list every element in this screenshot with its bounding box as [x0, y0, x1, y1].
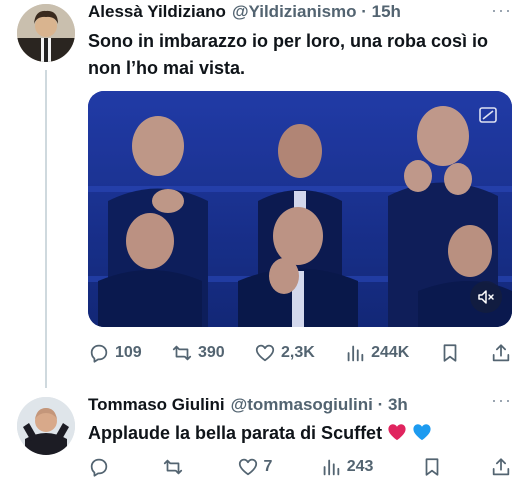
- share-icon: [492, 458, 510, 476]
- views-button[interactable]: 243: [320, 456, 374, 478]
- like-button[interactable]: 7: [237, 456, 273, 478]
- avatar[interactable]: [17, 397, 75, 455]
- like-button[interactable]: 2,3K: [254, 342, 315, 364]
- tweet-header: Tommaso Giulini @tommasogiulini · 3h: [88, 395, 512, 419]
- author-name[interactable]: Alessà Yildiziano: [88, 2, 226, 22]
- bookmark-button[interactable]: [421, 456, 443, 478]
- tweet-text-content: Applaude la bella parata di Scuffet: [88, 423, 383, 443]
- more-options-icon[interactable]: ···: [491, 390, 512, 411]
- views-button[interactable]: 244K: [344, 342, 409, 364]
- retweet-button[interactable]: 390: [171, 342, 225, 364]
- more-options-icon[interactable]: ···: [491, 0, 512, 21]
- tweet-text: Applaude la bella parata di Scuffet: [88, 420, 508, 447]
- reply-button[interactable]: [88, 456, 115, 478]
- like-count: 2,3K: [281, 344, 315, 361]
- tweet-1[interactable]: Alessà Yildiziano @Yildizianismo · 15h ·…: [0, 0, 528, 380]
- author-handle[interactable]: @Yildizianismo · 15h: [232, 2, 401, 22]
- retweet-icon: [164, 459, 183, 475]
- share-button[interactable]: [490, 342, 512, 364]
- author-name[interactable]: Tommaso Giulini: [88, 395, 225, 415]
- bookmark-button[interactable]: [439, 342, 461, 364]
- tweet-text: Sono in imbarazzo io per loro, una roba …: [88, 31, 489, 78]
- views-count: 244K: [371, 344, 410, 361]
- video-settings-icon[interactable]: [476, 103, 500, 127]
- timestamp[interactable]: 3h: [388, 395, 408, 414]
- avatar[interactable]: [17, 4, 75, 62]
- red-heart-emoji: [387, 423, 412, 443]
- heart-icon: [238, 458, 257, 476]
- retweet-button[interactable]: [162, 456, 189, 478]
- reply-icon: [90, 344, 108, 363]
- retweet-count: 390: [198, 344, 225, 361]
- reply-icon: [90, 458, 108, 477]
- views-count: 243: [346, 458, 374, 475]
- share-button[interactable]: [490, 456, 512, 478]
- tweet-actions: 7 243: [88, 454, 512, 480]
- views-chart-icon: [347, 345, 364, 362]
- video-frame: [88, 91, 512, 327]
- speaker-muted-icon: [478, 290, 494, 304]
- views-chart-icon: [323, 459, 339, 476]
- heart-icon: [255, 344, 275, 362]
- bookmark-icon: [425, 458, 439, 476]
- like-count: 7: [263, 458, 273, 475]
- share-icon: [492, 344, 510, 362]
- blue-heart-emoji: [412, 423, 432, 443]
- video-player[interactable]: [88, 91, 512, 327]
- timestamp[interactable]: 15h: [372, 2, 401, 21]
- reply-button[interactable]: 109: [88, 342, 142, 364]
- reply-count: 109: [115, 344, 142, 361]
- retweet-icon: [172, 345, 192, 361]
- tweet-2[interactable]: Tommaso Giulini @tommasogiulini · 3h ···…: [0, 390, 528, 489]
- tweet-actions: 109 390 2,3K 244K: [88, 340, 512, 366]
- mute-toggle-button[interactable]: [470, 281, 502, 313]
- bookmark-icon: [443, 344, 457, 362]
- author-handle[interactable]: @tommasogiulini · 3h: [231, 395, 408, 415]
- tweet-header: Alessà Yildiziano @Yildizianismo · 15h: [88, 2, 512, 26]
